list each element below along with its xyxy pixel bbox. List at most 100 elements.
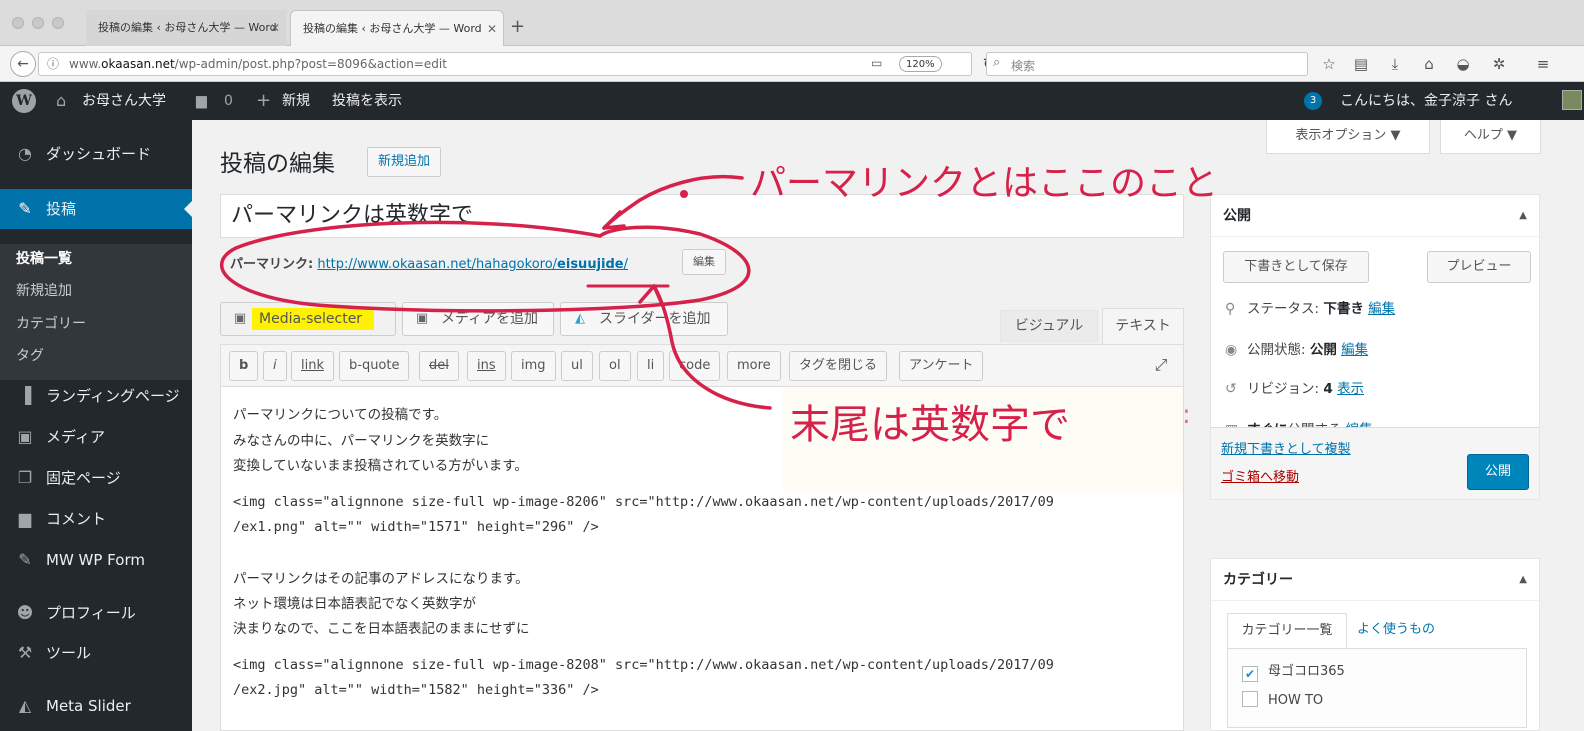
sidebar-item-landing[interactable]: ▐ ランディングページ: [0, 376, 192, 416]
download-icon[interactable]: ⤓: [1384, 54, 1406, 74]
quicktag-img-button[interactable]: img: [511, 351, 556, 381]
visibility-edit-link[interactable]: 編集: [1341, 342, 1368, 358]
quicktag-code-button[interactable]: code: [669, 351, 721, 381]
tab-popular-categories[interactable]: よく使うもの: [1357, 613, 1435, 647]
checkbox[interactable]: [1242, 691, 1258, 707]
list-item[interactable]: ✔ 母ゴコロ365: [1242, 663, 1345, 682]
browser-search-field[interactable]: ⌕ 検索: [986, 52, 1308, 76]
quicktag-del-button[interactable]: del: [419, 351, 459, 381]
reading-list-icon[interactable]: ▤: [1350, 54, 1372, 74]
quicktag-ins-button[interactable]: ins: [467, 351, 506, 381]
permalink-link[interactable]: http://www.okaasan.net/hahagokoro/eisuuj…: [317, 257, 628, 272]
close-tab-icon[interactable]: ✕: [487, 11, 497, 46]
tab-text[interactable]: テキスト: [1102, 308, 1184, 344]
quicktag-ul-button[interactable]: ul: [561, 351, 593, 381]
close-window-icon[interactable]: [12, 17, 24, 29]
admin-bar-view-post[interactable]: 投稿を表示: [332, 82, 402, 120]
browser-tab-active[interactable]: 投稿の編集 ‹ お母さん大学 — Word ✕: [290, 10, 504, 46]
maximize-window-icon[interactable]: [52, 17, 64, 29]
preview-button[interactable]: プレビュー: [1427, 251, 1531, 283]
publish-button[interactable]: 公開: [1467, 454, 1529, 490]
submenu-add-new[interactable]: 新規追加: [16, 280, 72, 300]
admin-bar-site-name[interactable]: お母さん大学: [82, 82, 166, 120]
screen-options-button[interactable]: 表示オプション ▼: [1266, 120, 1430, 154]
updates-badge[interactable]: 3: [1304, 92, 1322, 110]
pocket-icon[interactable]: ◒: [1452, 54, 1474, 74]
eye-icon: ◉: [1225, 342, 1238, 358]
slider-icon: ◭: [18, 696, 32, 715]
media-selecter-button[interactable]: ▣ Media-selecter: [220, 302, 396, 336]
add-media-button[interactable]: ▣ メディアを追加: [402, 302, 554, 336]
quicktag-b-button[interactable]: b: [229, 351, 259, 381]
category-box-title[interactable]: カテゴリー ▲: [1211, 559, 1539, 601]
browser-tab[interactable]: 投稿の編集 ‹ お母さん大学 — Word ✕: [86, 10, 286, 46]
add-slider-button[interactable]: ◭ スライダーを追加: [560, 302, 728, 336]
sidebar-item-label: プロフィール: [46, 604, 136, 622]
tab-visual[interactable]: ビジュアル: [1000, 310, 1098, 342]
minimize-window-icon[interactable]: [32, 17, 44, 29]
quicktag-more-button[interactable]: more: [727, 351, 781, 381]
collapse-icon[interactable]: ▲: [1519, 559, 1527, 601]
back-icon[interactable]: ←: [10, 51, 36, 77]
status-edit-link[interactable]: 編集: [1368, 301, 1395, 317]
add-new-button[interactable]: 新規追加: [367, 147, 442, 177]
collapse-icon[interactable]: ▲: [1519, 195, 1527, 237]
publish-box-title[interactable]: 公開 ▲: [1211, 195, 1539, 237]
landing-icon: ▐: [18, 386, 32, 405]
sidebar-item-dashboard[interactable]: ◔ ダッシュボード: [0, 134, 192, 174]
revisions-view-link[interactable]: 表示: [1337, 381, 1364, 397]
extension-icon[interactable]: ✲: [1488, 54, 1510, 74]
wordpress-logo-icon[interactable]: W: [12, 89, 36, 113]
quicktag-ol-button[interactable]: ol: [599, 351, 631, 381]
duplicate-draft-link[interactable]: 新規下書きとして複製: [1221, 438, 1351, 457]
sidebar-item-pages[interactable]: ❐ 固定ページ: [0, 458, 192, 498]
quicktag-li-button[interactable]: li: [637, 351, 665, 381]
sidebar-submenu: 投稿一覧 新規追加 カテゴリー タグ: [0, 244, 192, 380]
content-line: <img class="alignnone size-full wp-image…: [233, 657, 1054, 673]
quicktag-close-tags-button[interactable]: タグを閉じる: [789, 351, 888, 381]
checkbox-checked[interactable]: ✔: [1242, 666, 1258, 682]
url-text[interactable]: www.okaasan.net/wp-admin/post.php?post=8…: [69, 57, 447, 71]
help-button[interactable]: ヘルプ ▼: [1440, 120, 1541, 154]
sidebar-item-media[interactable]: ▣ メディア: [0, 417, 192, 457]
close-tab-icon[interactable]: ✕: [270, 10, 280, 46]
content-line: みなさんの中に、パーマリンクを英数字に: [233, 433, 490, 449]
sidebar-item-label: 投稿: [46, 200, 77, 218]
reader-icon[interactable]: ▭: [871, 56, 882, 70]
avatar[interactable]: [1562, 90, 1582, 110]
admin-bar-greeting[interactable]: こんにちは、金子涼子 さん: [1340, 82, 1512, 120]
menu-icon[interactable]: ≡: [1532, 54, 1554, 74]
zoom-level[interactable]: 120%: [899, 56, 942, 72]
sidebar-item-mw-wp-form[interactable]: ✎ MW WP Form: [0, 540, 192, 580]
comment-icon[interactable]: ▆: [196, 82, 207, 120]
quicktag-bquote-button[interactable]: b-quote: [339, 351, 410, 381]
move-to-trash-link[interactable]: ゴミ箱へ移動: [1221, 466, 1299, 485]
list-item[interactable]: HOW TO: [1242, 691, 1323, 710]
address-bar[interactable]: ⓘ www.okaasan.net/wp-admin/post.php?post…: [38, 52, 972, 76]
sidebar-item-profile[interactable]: ☻ プロフィール: [0, 593, 192, 633]
star-icon[interactable]: ☆: [1318, 54, 1340, 74]
info-icon[interactable]: ⓘ: [45, 56, 61, 72]
quicktag-poll-button[interactable]: アンケート: [899, 351, 984, 381]
home-icon[interactable]: ⌂: [1418, 54, 1440, 74]
submenu-all-posts[interactable]: 投稿一覧: [16, 248, 72, 268]
sidebar-item-comments[interactable]: ▆ コメント: [0, 499, 192, 539]
comment-count[interactable]: 0: [224, 82, 233, 120]
permalink-edit-button[interactable]: 編集: [682, 249, 726, 275]
new-tab-icon[interactable]: +: [510, 18, 525, 36]
save-draft-button[interactable]: 下書きとして保存: [1223, 251, 1369, 283]
sidebar-item-meta-slider[interactable]: ◭ Meta Slider: [0, 686, 192, 726]
quicktag-i-button[interactable]: i: [263, 351, 287, 381]
sidebar-item-posts[interactable]: ✎ 投稿: [0, 189, 192, 229]
admin-bar-new[interactable]: 新規: [282, 82, 310, 120]
comment-icon: ▆: [18, 509, 32, 528]
submenu-categories[interactable]: カテゴリー: [16, 313, 86, 333]
fullscreen-icon[interactable]: ⤢: [1150, 354, 1172, 376]
quicktag-link-button[interactable]: link: [291, 351, 334, 381]
tab-all-categories[interactable]: カテゴリー一覧: [1227, 613, 1347, 649]
plus-icon[interactable]: +: [256, 82, 271, 120]
home-icon[interactable]: ⌂: [56, 82, 66, 120]
content-line: 決まりなので、ここを日本語表記のままにせずに: [233, 621, 530, 637]
sidebar-item-tools[interactable]: ⚒ ツール: [0, 633, 192, 673]
submenu-tags[interactable]: タグ: [16, 345, 44, 365]
